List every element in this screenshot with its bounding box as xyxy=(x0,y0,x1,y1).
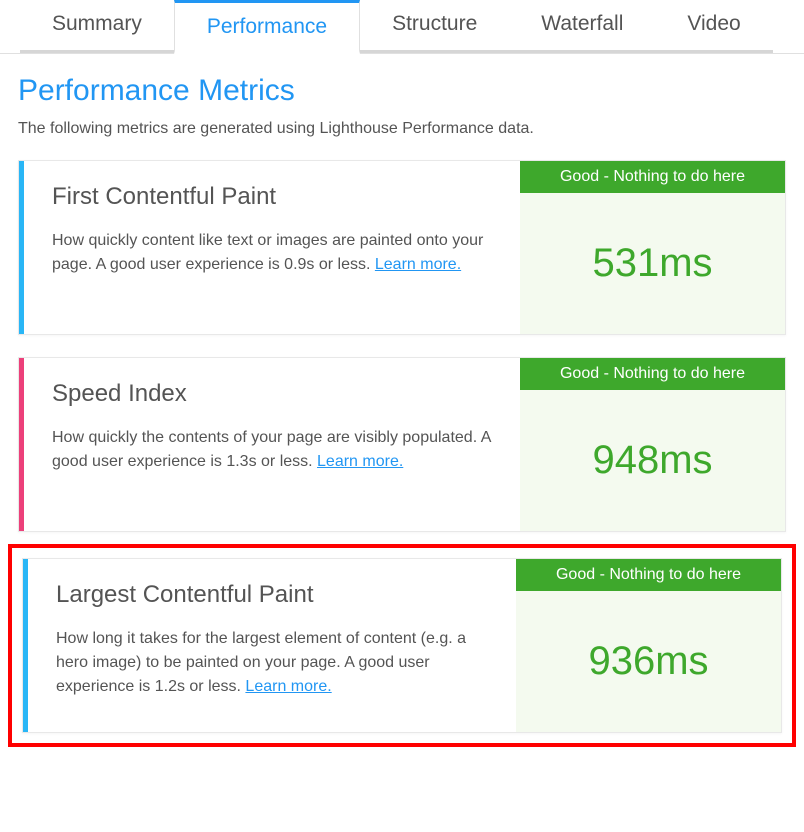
content-area: Performance Metrics The following metric… xyxy=(0,54,804,779)
metric-desc-text: How quickly the contents of your page ar… xyxy=(52,429,490,470)
metric-result: Good - Nothing to do here 531ms xyxy=(520,161,785,334)
tab-video[interactable]: Video xyxy=(655,0,772,53)
metric-value: 531ms xyxy=(520,193,785,334)
learn-more-link[interactable]: Learn more. xyxy=(245,678,331,695)
status-badge: Good - Nothing to do here xyxy=(520,161,785,193)
status-badge: Good - Nothing to do here xyxy=(516,559,781,591)
learn-more-link[interactable]: Learn more. xyxy=(317,453,403,470)
highlight-annotation: Largest Contentful Paint How long it tak… xyxy=(8,544,796,747)
metric-result: Good - Nothing to do here 948ms xyxy=(520,358,785,531)
metric-description: How quickly content like text or images … xyxy=(52,229,492,277)
metric-card-lcp: Largest Contentful Paint How long it tak… xyxy=(22,558,782,733)
metric-description: How long it takes for the largest elemen… xyxy=(56,627,488,699)
tab-bar: Summary Performance Structure Waterfall … xyxy=(0,0,804,54)
status-badge: Good - Nothing to do here xyxy=(520,358,785,390)
metric-description: How quickly the contents of your page ar… xyxy=(52,426,492,474)
learn-more-link[interactable]: Learn more. xyxy=(375,256,461,273)
metric-card-speed-index: Speed Index How quickly the contents of … xyxy=(18,357,786,532)
page-title: Performance Metrics xyxy=(18,74,786,108)
tab-performance[interactable]: Performance xyxy=(174,0,360,54)
tab-waterfall[interactable]: Waterfall xyxy=(509,0,655,53)
metric-result: Good - Nothing to do here 936ms xyxy=(516,559,781,732)
metric-info: Largest Contentful Paint How long it tak… xyxy=(23,559,516,732)
metric-info: First Contentful Paint How quickly conte… xyxy=(19,161,520,334)
page-subtitle: The following metrics are generated usin… xyxy=(18,120,786,138)
metric-card-fcp: First Contentful Paint How quickly conte… xyxy=(18,160,786,335)
metric-info: Speed Index How quickly the contents of … xyxy=(19,358,520,531)
metric-value: 948ms xyxy=(520,390,785,531)
metric-title: First Contentful Paint xyxy=(52,183,492,211)
metric-title: Largest Contentful Paint xyxy=(56,581,488,609)
metric-title: Speed Index xyxy=(52,380,492,408)
tab-summary[interactable]: Summary xyxy=(20,0,174,53)
metric-value: 936ms xyxy=(516,591,781,732)
tab-structure[interactable]: Structure xyxy=(360,0,509,53)
